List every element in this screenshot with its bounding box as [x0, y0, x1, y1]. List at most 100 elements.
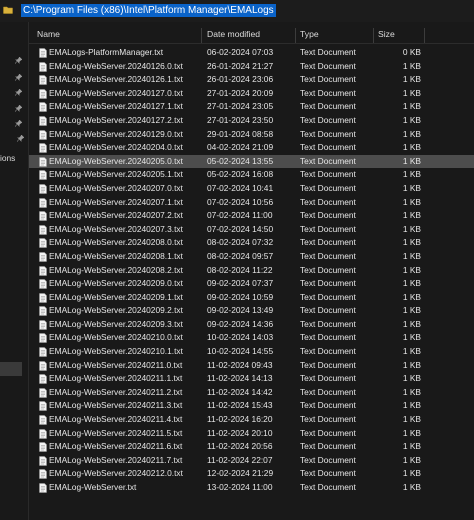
- file-row[interactable]: EMALog-WebServer.20240212.0.txt 12-02-202…: [29, 467, 474, 481]
- nav-item-label[interactable]: ions: [0, 153, 15, 163]
- pin-icon[interactable]: [15, 74, 22, 81]
- file-row[interactable]: EMALog-WebServer.20240210.0.txt 10-02-202…: [29, 331, 474, 345]
- file-row[interactable]: EMALog-WebServer.20240208.1.txt 08-02-202…: [29, 250, 474, 264]
- file-name: EMALogs-PlatformManager.txt: [49, 47, 164, 57]
- file-row[interactable]: EMALog-WebServer.20240209.0.txt 09-02-202…: [29, 277, 474, 291]
- file-type: Text Document: [300, 128, 356, 139]
- file-row[interactable]: EMALog-WebServer.20240129.0.txt 29-01-202…: [29, 128, 474, 142]
- file-type: Text Document: [300, 318, 356, 329]
- file-row[interactable]: EMALog-WebServer.20240207.3.txt 07-02-202…: [29, 223, 474, 237]
- file-row[interactable]: EMALog-WebServer.20240211.2.txt 11-02-202…: [29, 386, 474, 400]
- file-row[interactable]: EMALog-WebServer.20240127.2.txt 27-01-202…: [29, 114, 474, 128]
- file-row[interactable]: EMALog-WebServer.20240209.3.txt 09-02-202…: [29, 318, 474, 332]
- file-row[interactable]: EMALog-WebServer.20240207.0.txt 07-02-202…: [29, 182, 474, 196]
- file-name: EMALog-WebServer.20240211.1.txt: [49, 373, 183, 384]
- file-row[interactable]: EMALog-WebServer.20240126.0.txt 26-01-202…: [29, 60, 474, 74]
- navigation-pane[interactable]: ions: [0, 22, 28, 520]
- file-date-modified: 11-02-2024 14:42: [207, 386, 273, 397]
- pin-icon[interactable]: [15, 120, 22, 127]
- file-name: EMALog-WebServer.20240207.2.txt: [49, 210, 183, 221]
- file-size: 1 KB: [402, 87, 421, 98]
- file-row[interactable]: EMALog-WebServer.20240127.0.txt 27-01-202…: [29, 87, 474, 101]
- file-row[interactable]: EMALog-WebServer.20240127.1.txt 27-01-202…: [29, 100, 474, 114]
- file-date-modified: 11-02-2024 20:56: [207, 441, 273, 452]
- file-type: Text Document: [300, 454, 356, 465]
- file-list[interactable]: Name Date modified Type Size EMALogs-Pla…: [29, 22, 474, 520]
- text-file-icon: [39, 252, 47, 262]
- file-date-modified: 12-02-2024 21:29: [207, 468, 274, 479]
- text-file-icon: [39, 211, 47, 221]
- file-row[interactable]: EMALog-WebServer.20240211.6.txt 11-02-202…: [29, 440, 474, 454]
- text-file-icon: [39, 170, 47, 181]
- file-row[interactable]: EMALog-WebServer.20240207.2.txt 07-02-202…: [29, 209, 474, 223]
- file-row[interactable]: EMALog-WebServer.20240208.2.txt 08-02-202…: [29, 264, 474, 278]
- file-row[interactable]: EMALogs-PlatformManager.txt 06-02-2024 07…: [29, 46, 474, 60]
- file-name: EMALog-WebServer.20240211.2.txt: [49, 386, 183, 397]
- file-size: 1 KB: [402, 305, 421, 316]
- file-row[interactable]: EMALog-WebServer.txt 13-02-2024 11:00 Text…: [29, 481, 474, 495]
- file-size: 1 KB: [402, 223, 421, 234]
- file-date-modified: 11-02-2024 14:13: [207, 373, 273, 384]
- pin-icon[interactable]: [17, 135, 24, 142]
- file-row[interactable]: EMALog-WebServer.20240204.0.txt 04-02-202…: [29, 141, 474, 155]
- file-name: EMALog-WebServer.20240208.1.txt: [49, 250, 183, 261]
- file-row[interactable]: EMALog-WebServer.20240211.5.txt 11-02-202…: [29, 427, 474, 441]
- column-header-size[interactable]: Size: [374, 26, 424, 44]
- column-header-date[interactable]: Date modified: [203, 26, 295, 44]
- file-row[interactable]: EMALog-WebServer.20240211.4.txt 11-02-202…: [29, 413, 474, 427]
- text-file-icon: [39, 224, 47, 235]
- file-name: EMALog-WebServer.20240211.0.txt: [49, 359, 183, 370]
- file-size: 1 KB: [402, 454, 421, 465]
- file-name: EMALog-WebServer.20240208.0.txt: [49, 237, 183, 248]
- pin-icon[interactable]: [15, 89, 22, 96]
- column-header-name[interactable]: Name: [33, 26, 199, 44]
- file-type: Text Document: [300, 359, 356, 370]
- file-row[interactable]: EMALog-WebServer.20240126.1.txt 26-01-202…: [29, 73, 474, 87]
- file-type: Text Document: [300, 169, 356, 180]
- file-type: Text Document: [300, 60, 356, 71]
- address-bar[interactable]: C:\Program Files (x86)\Intel\Platform Ma…: [0, 0, 474, 22]
- file-date-modified: 11-02-2024 09:43: [207, 359, 273, 370]
- column-divider[interactable]: [424, 28, 425, 44]
- file-row[interactable]: EMALog-WebServer.20240209.1.txt 09-02-202…: [29, 291, 474, 305]
- file-date-modified: 09-02-2024 14:36: [207, 318, 274, 329]
- file-size: 1 KB: [402, 128, 421, 139]
- file-date-modified: 09-02-2024 07:37: [207, 278, 274, 289]
- text-file-icon: [39, 333, 47, 344]
- file-type: Text Document: [300, 250, 356, 261]
- file-row[interactable]: EMALog-WebServer.20240211.3.txt 11-02-202…: [29, 399, 474, 413]
- text-file-icon: [39, 456, 47, 466]
- pin-icon[interactable]: [15, 57, 22, 64]
- file-size: 1 KB: [402, 101, 421, 112]
- file-size: 1 KB: [402, 482, 421, 492]
- file-row[interactable]: EMALog-WebServer.20240205.0.txt 05-02-202…: [29, 154, 474, 169]
- file-name: EMALog-WebServer.20240209.1.txt: [49, 291, 183, 302]
- text-file-icon: [39, 279, 47, 289]
- file-row[interactable]: EMALog-WebServer.20240210.1.txt 10-02-202…: [29, 345, 474, 359]
- file-row[interactable]: EMALog-WebServer.20240211.0.txt 11-02-202…: [29, 359, 474, 373]
- file-rows: EMALogs-PlatformManager.txt 06-02-2024 07…: [29, 46, 474, 495]
- file-date-modified: 08-02-2024 07:32: [207, 237, 274, 248]
- pin-icon[interactable]: [15, 105, 22, 112]
- nav-selected-item[interactable]: [0, 362, 22, 376]
- file-row[interactable]: EMALog-WebServer.20240208.0.txt 08-02-202…: [29, 236, 474, 250]
- file-name: EMALog-WebServer.20240205.1.txt: [49, 169, 183, 180]
- file-row[interactable]: EMALog-WebServer.20240211.7.txt 11-02-202…: [29, 454, 474, 468]
- text-file-icon: [39, 347, 47, 357]
- file-size: 1 KB: [402, 210, 421, 221]
- file-row[interactable]: EMALog-WebServer.20240209.2.txt 09-02-202…: [29, 304, 474, 318]
- file-date-modified: 06-02-2024 07:03: [207, 47, 274, 57]
- column-divider[interactable]: [201, 28, 202, 44]
- file-type: Text Document: [300, 414, 356, 425]
- text-file-icon: [39, 428, 47, 439]
- file-row[interactable]: EMALog-WebServer.20240211.1.txt 11-02-202…: [29, 372, 474, 386]
- file-date-modified: 10-02-2024 14:03: [207, 332, 274, 343]
- file-name: EMALog-WebServer.20240212.0.txt: [49, 468, 183, 479]
- text-file-icon: [39, 197, 47, 208]
- file-row[interactable]: EMALog-WebServer.20240207.1.txt 07-02-202…: [29, 196, 474, 210]
- text-file-icon: [39, 184, 47, 194]
- file-row[interactable]: EMALog-WebServer.20240205.1.txt 05-02-202…: [29, 168, 474, 182]
- column-header-type[interactable]: Type: [296, 26, 372, 44]
- file-date-modified: 05-02-2024 16:08: [207, 169, 274, 180]
- address-path[interactable]: C:\Program Files (x86)\Intel\Platform Ma…: [21, 4, 276, 17]
